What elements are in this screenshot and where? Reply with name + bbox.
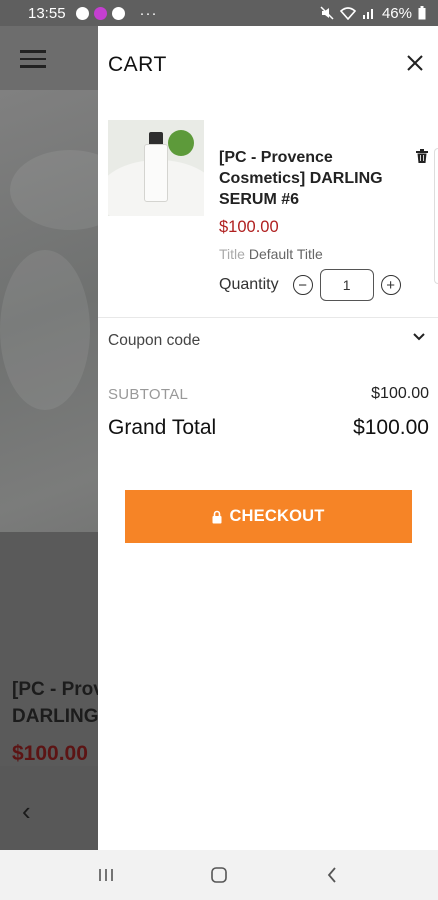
chevron-down-icon[interactable]	[412, 332, 426, 342]
more-notifications-icon: ···	[139, 4, 158, 22]
product-thumbnail[interactable]	[108, 120, 204, 216]
quantity-label: Quantity	[219, 276, 279, 293]
app-notification-icon	[93, 6, 107, 20]
checkout-button[interactable]: CHECKOUT	[125, 490, 412, 543]
subtotal-value: $100.00	[371, 385, 429, 402]
notification-icons: ···	[75, 4, 158, 22]
grand-total-value: $100.00	[353, 416, 429, 439]
battery-icon	[418, 6, 426, 20]
product-name[interactable]: [PC - Provence Cosmetics] DARLING SERUM …	[219, 147, 413, 210]
home-button[interactable]	[199, 855, 239, 895]
plus-icon[interactable]: +	[380, 275, 401, 295]
grand-total-label: Grand Total	[108, 416, 217, 439]
close-icon[interactable]	[404, 52, 426, 74]
signal-icon	[362, 9, 373, 19]
background-product-title-line1: [PC - Prov	[12, 679, 104, 700]
subtotal-label: SUBTOTAL	[108, 386, 189, 403]
divider	[98, 317, 438, 318]
system-navigation-bar	[0, 850, 438, 900]
product-variant: Title Default Title	[219, 246, 323, 262]
quantity-row: Quantity − 1 +	[219, 269, 401, 301]
background-product-price: $100.00	[12, 742, 88, 765]
variant-value: Default Title	[248, 246, 323, 262]
background-product-title-line2: DARLING	[12, 706, 99, 727]
facebook-icon	[111, 6, 125, 20]
wifi-icon	[339, 7, 356, 20]
battery-percent: 46%	[381, 4, 412, 22]
back-icon[interactable]: ‹	[22, 796, 31, 827]
trash-icon[interactable]	[416, 149, 428, 163]
mute-icon	[320, 6, 334, 20]
cart-header: CART	[98, 26, 438, 100]
cart-title: CART	[108, 53, 167, 76]
status-time: 13:55	[28, 4, 66, 22]
hamburger-icon[interactable]	[20, 50, 46, 68]
minus-icon[interactable]: −	[292, 275, 313, 295]
coupon-code-toggle[interactable]: Coupon code	[108, 332, 200, 350]
background-product-title: [PC - Prov DARLING	[12, 676, 104, 730]
status-right: 46%	[320, 5, 426, 22]
cart-drawer: CART [PC - Provence Cosmetics] DARLING S…	[98, 26, 438, 850]
recent-apps-icon	[99, 869, 114, 881]
back-button[interactable]	[312, 855, 352, 895]
variant-label: Title	[219, 246, 245, 262]
item-scroll-edge	[434, 148, 438, 284]
product-price: $100.00	[219, 218, 279, 236]
notification-icon	[75, 6, 89, 20]
lock-icon	[212, 510, 222, 523]
quantity-input[interactable]: 1	[319, 269, 374, 301]
recent-apps-button[interactable]	[86, 855, 126, 895]
home-icon	[211, 867, 227, 883]
checkout-label: CHECKOUT	[229, 507, 325, 525]
nav-back-icon	[327, 867, 336, 883]
status-bar: 13:55 ··· 46%	[0, 0, 438, 26]
